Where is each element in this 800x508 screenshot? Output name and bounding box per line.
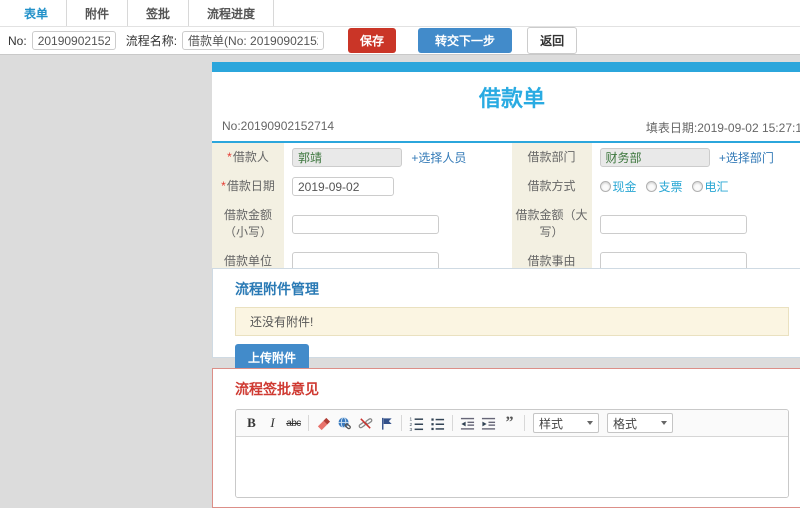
amount-small-label: 借款金额（小写） [212, 201, 284, 247]
loan-date-label: *借款日期 [212, 172, 284, 201]
flow-name-label: 流程名称: [126, 32, 177, 49]
rich-text-editor: B I abc 123 [235, 409, 789, 498]
editor-toolbar: B I abc 123 [236, 410, 788, 437]
no-label: No: [8, 34, 27, 48]
upload-attachment-button[interactable]: 上传附件 [235, 344, 309, 371]
no-attachments-message: 还没有附件! [235, 307, 789, 336]
loan-form-table: *借款人 +选择人员 借款部门 +选择部门 *借款日期 [212, 143, 800, 279]
approval-panel: 流程签批意见 B I abc [212, 368, 800, 508]
format-select[interactable]: 格式 [607, 413, 673, 433]
radio-icon[interactable] [692, 181, 703, 192]
toolbar: No: 流程名称: 保存 转交下一步 返回 [0, 27, 800, 55]
select-person-link[interactable]: +选择人员 [411, 151, 466, 165]
loan-method-radio-group: 现金 支票 电汇 [600, 178, 800, 195]
blockquote-icon[interactable]: ” [499, 413, 520, 433]
borrower-label: *借款人 [212, 143, 284, 172]
next-step-button[interactable]: 转交下一步 [418, 28, 512, 53]
amount-big-input[interactable] [600, 215, 747, 234]
panel-top-bar [212, 62, 800, 72]
loan-date-input[interactable] [292, 177, 394, 196]
link-icon[interactable] [334, 413, 355, 433]
form-title: 借款单 [212, 72, 800, 119]
required-asterisk: * [227, 150, 232, 164]
tab-strip: 表单 附件 签批 流程进度 [0, 0, 800, 27]
indent-icon[interactable] [478, 413, 499, 433]
borrower-input[interactable] [292, 148, 402, 167]
radio-cheque[interactable]: 支票 [646, 178, 683, 195]
chevron-down-icon [587, 421, 593, 425]
radio-icon[interactable] [600, 181, 611, 192]
form-no-text: No:20190902152714 [222, 119, 334, 136]
flow-name-input[interactable] [182, 31, 324, 50]
department-label: 借款部门 [512, 143, 592, 172]
numbered-list-icon[interactable]: 123 [406, 413, 427, 433]
back-button[interactable]: 返回 [527, 27, 577, 54]
content-area: 借款单 No:20190902152714 填表日期:2019-09-02 15… [0, 52, 800, 453]
save-button[interactable]: 保存 [348, 28, 396, 53]
radio-wire-transfer[interactable]: 电汇 [692, 178, 729, 195]
amount-small-input[interactable] [292, 215, 439, 234]
loan-method-label: 借款方式 [512, 172, 592, 201]
table-row: *借款日期 借款方式 现金 支票 [212, 172, 800, 201]
outdent-icon[interactable] [457, 413, 478, 433]
strikethrough-icon[interactable]: abc [283, 413, 304, 433]
no-input[interactable] [32, 31, 116, 50]
select-department-link[interactable]: +选择部门 [719, 151, 774, 165]
editor-content[interactable] [236, 437, 788, 497]
toolbar-separator [452, 415, 453, 431]
required-asterisk: * [221, 179, 226, 193]
approval-heading: 流程签批意见 [235, 379, 789, 399]
toolbar-separator [401, 415, 402, 431]
tab-form[interactable]: 表单 [6, 0, 67, 26]
amount-big-label: 借款金额（大写） [512, 201, 592, 247]
attachments-panel: 流程附件管理 还没有附件! 上传附件 [212, 268, 800, 358]
tab-attachments[interactable]: 附件 [67, 0, 128, 26]
italic-icon[interactable]: I [262, 413, 283, 433]
chevron-down-icon [661, 421, 667, 425]
toolbar-separator [308, 415, 309, 431]
loan-form-panel: 借款单 No:20190902152714 填表日期:2019-09-02 15… [212, 62, 800, 279]
toolbar-separator [524, 415, 525, 431]
table-row: *借款人 +选择人员 借款部门 +选择部门 [212, 143, 800, 172]
remove-format-icon[interactable] [313, 413, 334, 433]
form-date-text: 填表日期:2019-09-02 15:27:1 [646, 119, 800, 136]
bulleted-list-icon[interactable] [427, 413, 448, 433]
department-input[interactable] [600, 148, 710, 167]
radio-icon[interactable] [646, 181, 657, 192]
styles-select[interactable]: 样式 [533, 413, 599, 433]
anchor-flag-icon[interactable] [376, 413, 397, 433]
radio-cash[interactable]: 现金 [600, 178, 637, 195]
tab-approval[interactable]: 签批 [128, 0, 189, 26]
tab-progress[interactable]: 流程进度 [189, 0, 274, 26]
unlink-icon[interactable] [355, 413, 376, 433]
bold-icon[interactable]: B [241, 413, 262, 433]
svg-text:3: 3 [409, 427, 412, 431]
attachments-heading: 流程附件管理 [235, 279, 789, 299]
table-row: 借款金额（小写） 借款金额（大写） [212, 201, 800, 247]
